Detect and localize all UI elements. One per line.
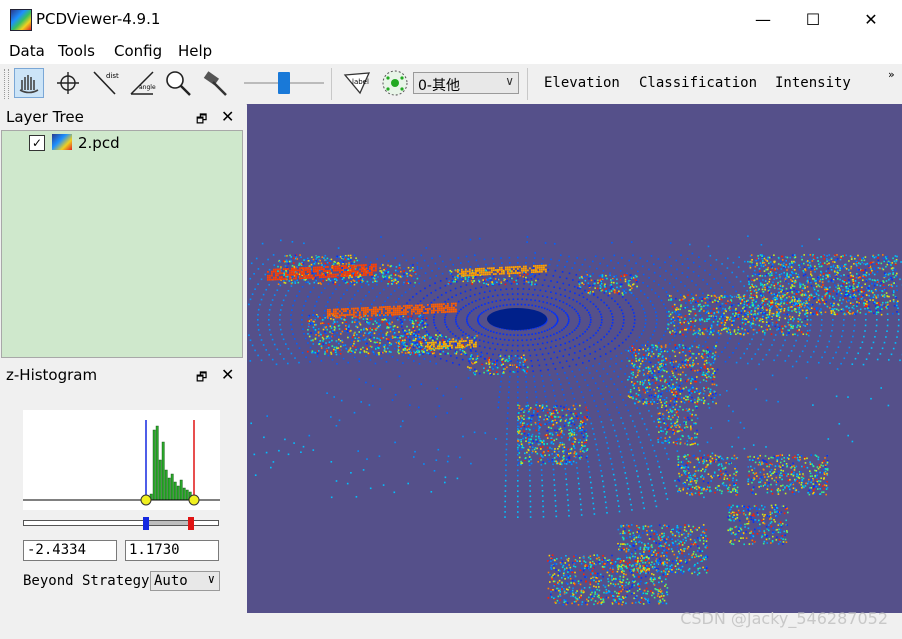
- histogram-bar: [173, 481, 177, 501]
- app-icon: [10, 9, 32, 31]
- crosshair-icon: [57, 72, 79, 94]
- min-value-field[interactable]: -2.4334: [23, 540, 117, 561]
- beyond-strategy-label: Beyond Strategy: [23, 573, 150, 589]
- histogram-bar: [182, 487, 186, 501]
- histogram-bar: [176, 485, 180, 501]
- zoom-tool-button[interactable]: [163, 68, 193, 98]
- layer-tree-float-button[interactable]: 🗗: [196, 110, 207, 131]
- menu-data[interactable]: Data: [9, 42, 45, 60]
- close-button[interactable]: ✕: [848, 0, 894, 38]
- window-title: PCDViewer-4.9.1: [36, 10, 161, 28]
- histogram-bar: [152, 429, 156, 501]
- classification-mode-button[interactable]: Classification: [639, 75, 757, 91]
- elevation-mode-button[interactable]: Elevation: [544, 75, 620, 91]
- histogram-bar: [185, 489, 189, 501]
- pick-point-button[interactable]: [53, 68, 83, 98]
- menu-config[interactable]: Config: [114, 42, 162, 60]
- range-slider-fill: [146, 521, 192, 525]
- toolbar-separator: [331, 68, 332, 100]
- menu-tools[interactable]: Tools: [58, 42, 95, 60]
- menu-help[interactable]: Help: [178, 42, 212, 60]
- histogram-bars: [149, 425, 192, 501]
- hammer-tool-button[interactable]: [200, 68, 230, 98]
- angle-icon: angle: [130, 71, 156, 95]
- svg-text:label: label: [352, 78, 369, 86]
- histogram-bar: [155, 425, 159, 501]
- beyond-strategy-value: Auto: [154, 573, 188, 589]
- maximize-button[interactable]: ☐: [790, 0, 836, 38]
- label-icon: label: [343, 72, 371, 95]
- toolbar-grip[interactable]: [4, 69, 9, 99]
- layer-visibility-checkbox[interactable]: ✓: [29, 135, 45, 151]
- histogram-title: z-Histogram: [6, 366, 98, 384]
- histogram-bar: [158, 459, 162, 501]
- cluster-icon: [382, 70, 408, 96]
- class-select-value: 0-其他: [418, 78, 460, 94]
- class-select[interactable]: 0-其他 ∨: [413, 72, 519, 94]
- label-tool-button[interactable]: label: [342, 68, 372, 98]
- histogram-bar: [170, 473, 174, 501]
- select-tool-button[interactable]: [14, 68, 44, 98]
- layer-name[interactable]: 2.pcd: [78, 134, 120, 152]
- chevron-down-icon: ∨: [505, 74, 514, 88]
- intensity-mode-button[interactable]: Intensity: [775, 75, 851, 91]
- dist-icon: dist: [93, 71, 119, 95]
- svg-text:angle: angle: [139, 84, 156, 91]
- layer-tree-close-button[interactable]: ✕: [221, 107, 234, 126]
- minimize-button[interactable]: —: [740, 0, 786, 38]
- toolbar-separator: [527, 68, 528, 100]
- hammer-icon: [203, 71, 227, 96]
- max-marker-dot: [188, 494, 200, 506]
- point-cloud-viewport[interactable]: [247, 104, 902, 613]
- histogram-bar: [161, 441, 165, 501]
- cluster-tool-button[interactable]: [380, 68, 410, 98]
- svg-text:dist: dist: [106, 72, 119, 80]
- max-value-field[interactable]: 1.1730: [125, 540, 219, 561]
- histogram-bar: [164, 469, 168, 501]
- chevron-down-icon: ∨: [207, 572, 215, 586]
- toolbar-overflow-button[interactable]: »: [888, 68, 895, 81]
- distance-tool-button[interactable]: dist: [90, 68, 120, 98]
- histogram-bar: [179, 479, 183, 501]
- histogram-bar: [167, 477, 171, 501]
- select-icon: [19, 75, 39, 94]
- beyond-strategy-select[interactable]: Auto ∨: [150, 571, 220, 591]
- histogram-plot: [23, 410, 220, 510]
- range-min-handle[interactable]: [143, 517, 149, 530]
- pointcloud-layer-icon: [52, 134, 72, 150]
- histogram-float-button[interactable]: 🗗: [196, 368, 207, 389]
- watermark-text: CSDN @Jacky_546287052: [680, 609, 888, 628]
- point-cloud-render[interactable]: [247, 104, 902, 613]
- zoom-icon: [166, 71, 191, 96]
- histogram-close-button[interactable]: ✕: [221, 365, 234, 384]
- min-marker-dot: [140, 494, 152, 506]
- layer-tree-area[interactable]: [1, 130, 243, 358]
- angle-tool-button[interactable]: angle: [127, 68, 157, 98]
- point-size-slider-thumb[interactable]: [278, 72, 290, 94]
- range-max-handle[interactable]: [188, 517, 194, 530]
- layer-tree-title: Layer Tree: [6, 108, 84, 126]
